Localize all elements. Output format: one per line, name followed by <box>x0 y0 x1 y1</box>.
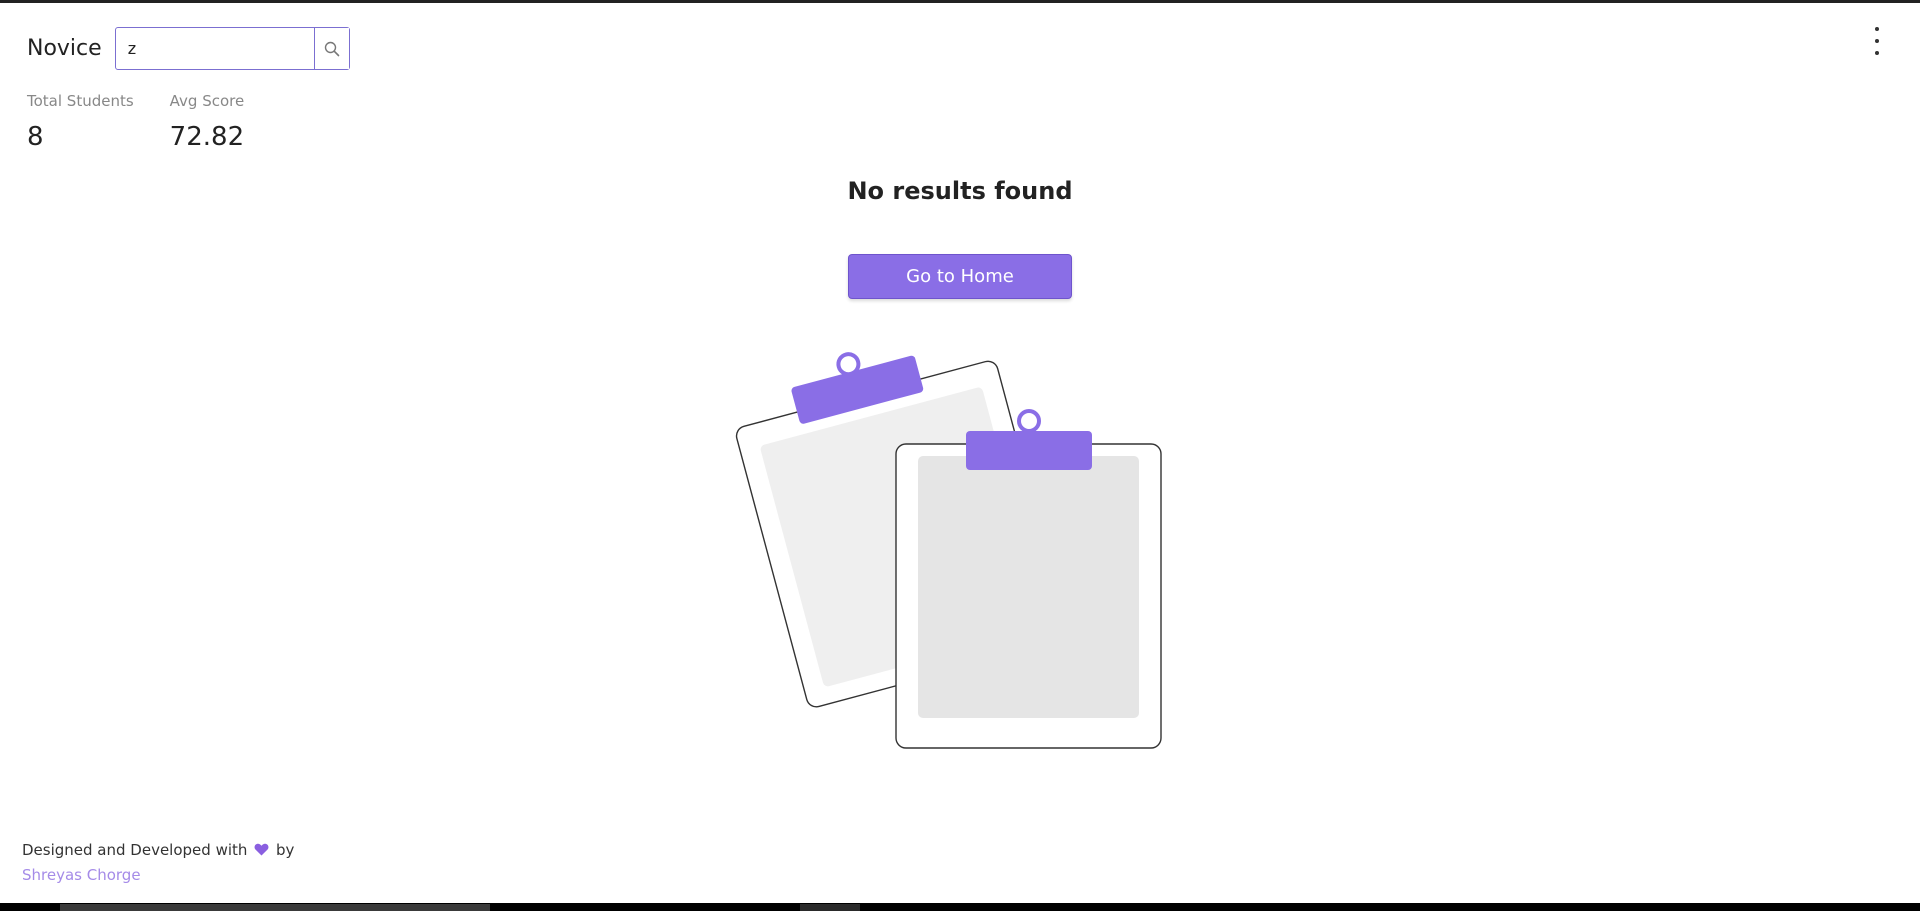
footer-text-suffix: by <box>275 841 295 859</box>
heart-icon <box>254 843 269 856</box>
taskbar-segment <box>800 904 860 911</box>
taskbar-segment <box>60 904 490 911</box>
empty-clipboards-illustration <box>735 352 1162 749</box>
footer-credit-line: Designed and Developed with by <box>22 838 294 863</box>
author-link[interactable]: Shreyas Chorge <box>22 866 141 884</box>
front-clipboard <box>895 409 1162 749</box>
footer-text-prefix: Designed and Developed with <box>22 841 248 859</box>
footer: Designed and Developed with by Shreyas C… <box>22 838 294 888</box>
